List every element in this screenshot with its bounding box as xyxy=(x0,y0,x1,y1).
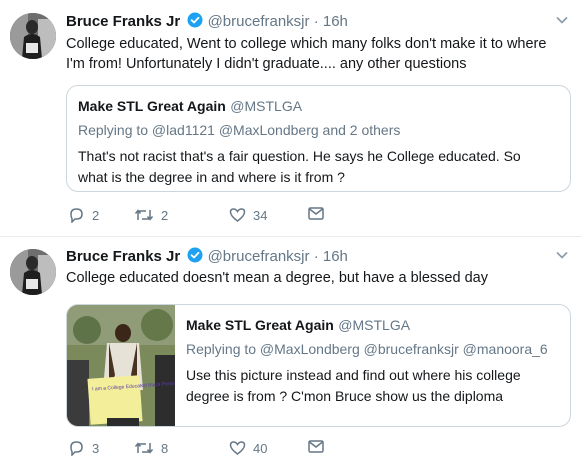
author-handle[interactable]: @brucefranksjr xyxy=(208,13,310,30)
separator-dot: · xyxy=(313,13,319,30)
author-name[interactable]: Bruce Franks Jr xyxy=(66,13,180,30)
like-button[interactable]: 34 xyxy=(229,207,267,223)
avatar-image xyxy=(10,13,56,59)
quoted-author-name: Make STL Great Again xyxy=(78,98,226,114)
timestamp[interactable]: 16h xyxy=(323,248,348,265)
like-count: 40 xyxy=(253,440,268,456)
retweet-button[interactable]: 8 xyxy=(134,440,168,456)
separator-dot: · xyxy=(313,248,319,265)
timestamp[interactable]: 16h xyxy=(323,13,348,30)
author-name[interactable]: Bruce Franks Jr xyxy=(66,248,180,265)
reply-button[interactable]: 2 xyxy=(68,207,99,223)
reply-icon xyxy=(70,441,83,456)
author-handle[interactable]: @brucefranksjr xyxy=(208,248,310,265)
quoted-tweet[interactable]: Make STL Great Again @MSTLGA Replying to… xyxy=(66,85,571,192)
avatar[interactable] xyxy=(10,249,56,295)
reply-button[interactable]: 3 xyxy=(68,440,99,456)
like-button[interactable]: 40 xyxy=(229,440,267,456)
envelope-icon xyxy=(308,207,324,220)
quoted-photo: I am a College Educated Black Person xyxy=(67,305,178,426)
verified-badge-icon xyxy=(187,247,203,263)
tweet[interactable]: Bruce Franks Jr @brucefranksjr · 16h Col… xyxy=(0,0,582,236)
replying-to: Replying to @lad1121 @MaxLondberg and 2 … xyxy=(78,122,401,138)
retweet-count: 2 xyxy=(161,207,169,223)
tweet[interactable]: Bruce Franks Jr @brucefranksjr · 16h Col… xyxy=(0,237,582,473)
quoted-author-handle: @MSTLGA xyxy=(338,317,411,333)
tweet-text: College educated, Went to college which … xyxy=(66,36,547,72)
reply-icon xyxy=(70,208,83,223)
like-count: 34 xyxy=(253,207,268,223)
retweet-count: 8 xyxy=(161,440,169,456)
quoted-tweet-text: That's not racist that's a fair question… xyxy=(78,148,521,185)
quoted-author-name: Make STL Great Again xyxy=(186,317,334,333)
tweet-text: College educated doesn't mean a degree, … xyxy=(66,270,488,286)
chevron-down-icon[interactable] xyxy=(556,247,568,262)
replying-to: Replying to @MaxLondberg @brucefranksjr … xyxy=(186,341,548,357)
quoted-media[interactable]: I am a College Educated Black Person xyxy=(67,305,178,426)
direct-message-button[interactable] xyxy=(308,207,324,220)
avatar[interactable] xyxy=(10,13,56,59)
direct-message-button[interactable] xyxy=(308,440,324,453)
chevron-down-icon[interactable] xyxy=(556,12,568,27)
quoted-tweet-text: Use this picture instead and find out wh… xyxy=(186,367,521,404)
retweet-icon xyxy=(134,209,154,221)
heart-icon xyxy=(229,208,246,222)
quoted-author-handle: @MSTLGA xyxy=(230,98,303,114)
heart-icon xyxy=(229,441,246,455)
retweet-icon xyxy=(134,442,154,454)
avatar-image xyxy=(10,249,56,295)
reply-count: 3 xyxy=(92,440,100,456)
quoted-tweet[interactable]: I am a College Educated Black Person Mak… xyxy=(66,304,571,427)
envelope-icon xyxy=(308,440,324,453)
retweet-button[interactable]: 2 xyxy=(134,207,168,223)
reply-count: 2 xyxy=(92,207,100,223)
verified-badge-icon xyxy=(187,12,203,28)
